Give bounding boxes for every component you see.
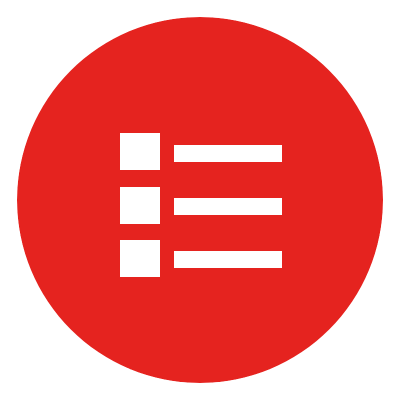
list-icon xyxy=(17,17,383,383)
app-icon-canvas xyxy=(0,0,400,400)
list-line-3 xyxy=(174,251,282,268)
list-bullet-3 xyxy=(120,240,160,277)
list-bullet-1 xyxy=(120,133,160,170)
list-line-1 xyxy=(174,145,282,162)
list-app-icon[interactable] xyxy=(17,17,383,383)
list-line-2 xyxy=(174,198,282,215)
list-bullet-2 xyxy=(120,187,160,224)
